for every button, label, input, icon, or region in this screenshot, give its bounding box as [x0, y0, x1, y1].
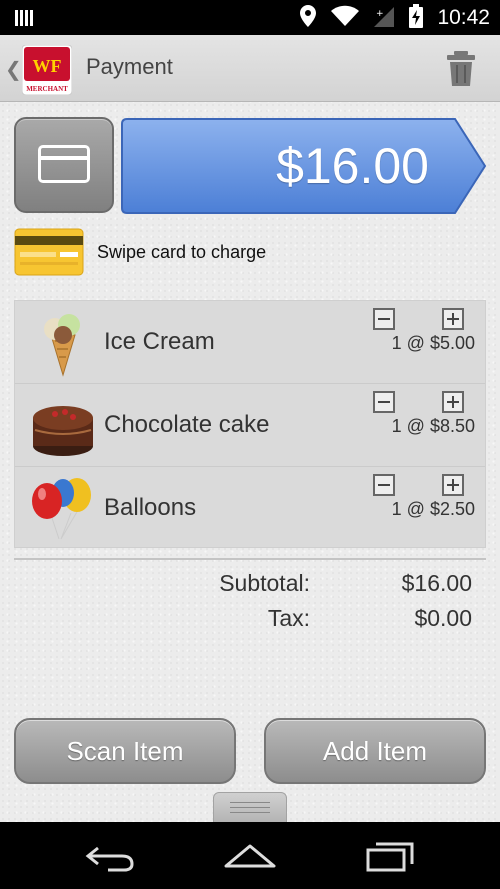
- add-item-button[interactable]: Add Item: [264, 718, 486, 784]
- list-item[interactable]: Chocolate cake 1 @ $8.50: [15, 384, 485, 467]
- list-item[interactable]: Balloons 1 @ $2.50: [15, 467, 485, 550]
- logo-text: WF: [33, 56, 62, 76]
- increase-quantity-button[interactable]: [442, 308, 464, 330]
- drawer-handle[interactable]: [213, 792, 287, 822]
- decrease-quantity-button[interactable]: [373, 474, 395, 496]
- item-name: Ice Cream: [104, 328, 215, 355]
- charge-amount: $16.00: [276, 138, 429, 194]
- status-bar: + 10:42: [0, 0, 500, 35]
- subtotal-row: Subtotal: $16.00: [0, 570, 500, 600]
- tax-label: Tax:: [267, 605, 310, 631]
- navigation-bar: [0, 822, 500, 889]
- tax-value: $0.00: [414, 605, 472, 631]
- item-name: Balloons: [104, 494, 197, 521]
- balloons-icon: [29, 475, 97, 543]
- recent-apps-icon[interactable]: [360, 836, 420, 876]
- decrease-quantity-button[interactable]: [373, 391, 395, 413]
- decrease-quantity-button[interactable]: [373, 308, 395, 330]
- swipe-text: Swipe card to charge: [97, 242, 267, 262]
- svg-text:+: +: [376, 9, 384, 19]
- credit-card-icon: [38, 145, 90, 183]
- status-time: 10:42: [437, 5, 490, 29]
- location-icon: [299, 4, 317, 32]
- signal-bars-icon: [14, 8, 34, 32]
- item-quantity-price: 1 @ $8.50: [391, 416, 475, 436]
- battery-charging-icon: [409, 3, 424, 32]
- home-icon[interactable]: [220, 836, 280, 876]
- item-quantity-price: 1 @ $5.00: [391, 333, 475, 353]
- back-icon[interactable]: [80, 836, 140, 876]
- swipe-card-icon: [14, 228, 84, 276]
- subtotal-label: Subtotal:: [219, 570, 310, 596]
- page-title: Payment: [86, 54, 173, 79]
- chocolate-cake-icon: [29, 392, 97, 460]
- item-quantity-price: 1 @ $2.50: [391, 499, 475, 519]
- totals-divider: [14, 558, 486, 560]
- list-item[interactable]: Ice Cream 1 @ $5.00: [15, 301, 485, 384]
- back-chevron-icon[interactable]: ❮: [5, 57, 22, 81]
- sim-icon: +: [373, 4, 395, 32]
- card-mode-button[interactable]: [14, 117, 114, 213]
- trash-icon[interactable]: [444, 49, 478, 89]
- logo-subtext: MERCHANT: [26, 85, 68, 93]
- tax-row: Tax: $0.00: [0, 605, 500, 635]
- charge-button[interactable]: $16.00: [121, 118, 487, 214]
- ice-cream-icon: [29, 309, 97, 377]
- app-logo[interactable]: WF MERCHANT: [21, 44, 73, 96]
- increase-quantity-button[interactable]: [442, 391, 464, 413]
- scan-item-button[interactable]: Scan Item: [14, 718, 236, 784]
- payment-content: $16.00 Swipe card to charge Ice Cream 1 …: [0, 102, 500, 822]
- item-list: Ice Cream 1 @ $5.00 Chocolate cake 1 @ $…: [14, 300, 486, 548]
- item-name: Chocolate cake: [104, 411, 270, 438]
- action-bar: ❮ WF MERCHANT Payment: [0, 35, 500, 102]
- increase-quantity-button[interactable]: [442, 474, 464, 496]
- wifi-icon: [331, 5, 360, 31]
- subtotal-value: $16.00: [401, 570, 472, 596]
